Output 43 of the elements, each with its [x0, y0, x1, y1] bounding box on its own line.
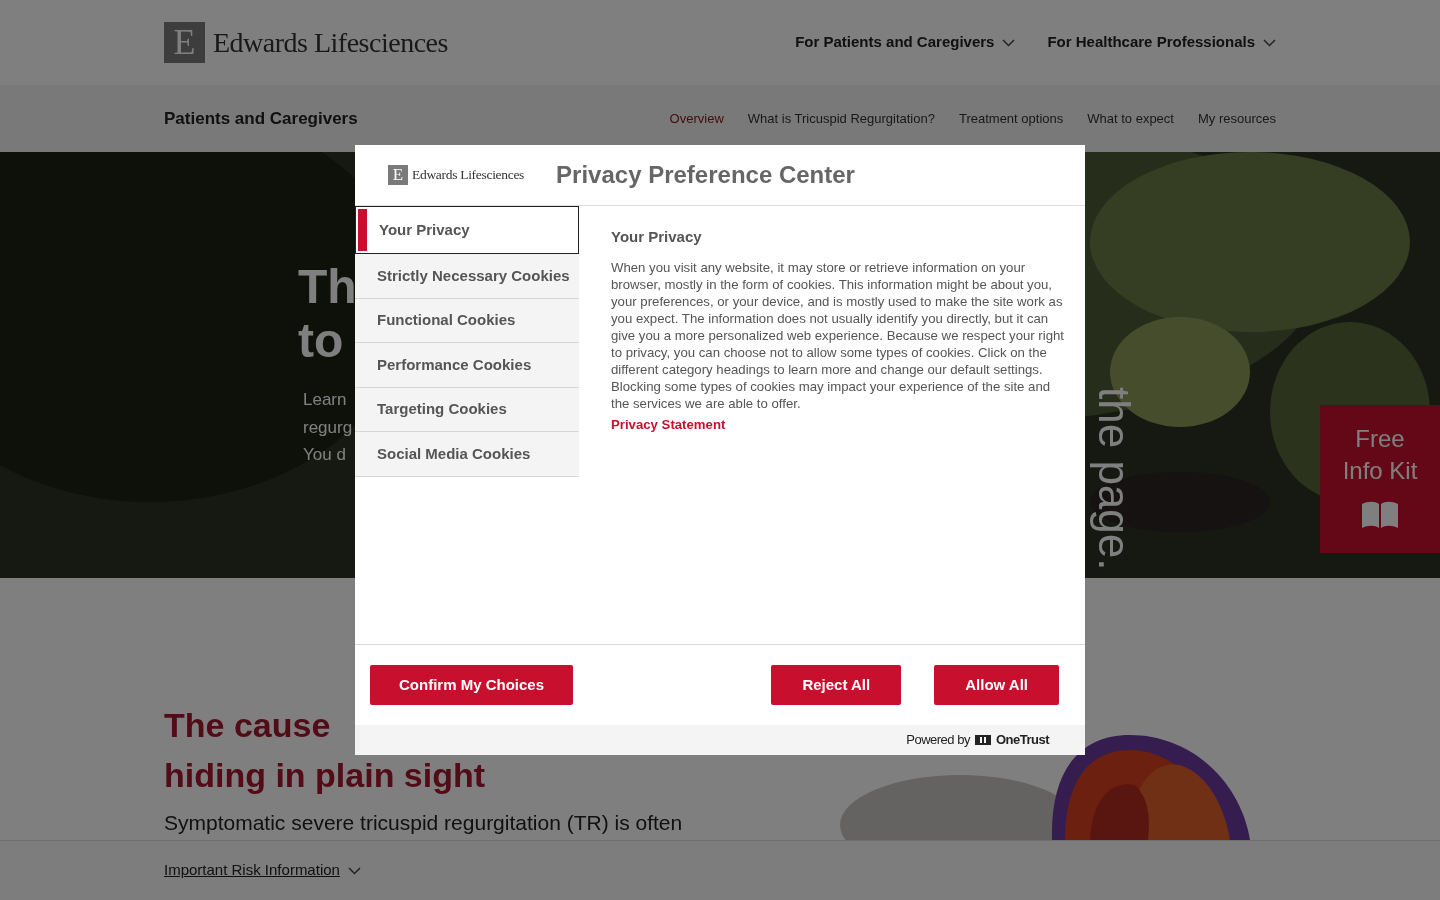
chevron-down-icon: [1002, 38, 1016, 47]
category-tab[interactable]: Targeting Cookies: [355, 387, 579, 432]
brand-icon: [973, 734, 992, 746]
logo-text: Edwards Lifesciences: [412, 165, 525, 184]
dialog-title: Privacy Preference Center: [556, 160, 855, 190]
hero-headline: to: [298, 314, 344, 368]
hero-headline: Th: [298, 260, 357, 314]
section-heading: The cause: [164, 705, 331, 746]
privacy-link[interactable]: Privacy Statement: [611, 416, 726, 432]
chevron-down-icon: [347, 866, 361, 875]
logo-text[interactable]: Edwards Lifesciences: [213, 21, 448, 64]
hero-text: regurg: [303, 416, 353, 439]
category-tab[interactable]: Your Privacy: [355, 206, 579, 254]
powered-by-text: Powered by: [906, 731, 970, 750]
logo-mark: E: [388, 165, 408, 185]
chevron-down-icon: [1263, 38, 1276, 47]
section-title: Your Privacy: [611, 227, 703, 247]
hero-text: Learn: [303, 389, 347, 411]
category-tab[interactable]: Strictly Necessary Cookies: [355, 254, 579, 299]
category-tab[interactable]: Social Media Cookies: [355, 432, 579, 477]
subnav-link[interactable]: Overview: [669, 108, 724, 129]
subnav-link[interactable]: My resources: [1197, 108, 1276, 129]
section-title: Patients and Caregivers: [164, 107, 358, 130]
nav-menu[interactable]: For Healthcare Professionals: [1047, 31, 1276, 54]
subnav-link[interactable]: What to expect: [1087, 108, 1174, 129]
risk-info-link[interactable]: Important Risk Information: [164, 859, 340, 882]
subnav-link[interactable]: Treatment options: [958, 108, 1064, 129]
hero-text: You d: [303, 444, 346, 466]
action-button[interactable]: Confirm My Choices: [370, 665, 573, 705]
vertical-caption: the page.: [1092, 387, 1136, 571]
action-button[interactable]: Reject All: [771, 665, 902, 705]
action-button[interactable]: Allow All: [934, 665, 1059, 705]
section-heading: hiding in plain sight: [164, 755, 486, 796]
subnav-link[interactable]: What is Tricuspid Regurgitation?: [747, 108, 935, 129]
category-tab[interactable]: Functional Cookies: [355, 298, 579, 343]
book-icon: [1361, 501, 1399, 529]
intro-paragraph: Symptomatic severe tricuspid regurgitation (TR) is often: [164, 810, 683, 836]
info-kit-button[interactable]: Free Info Kit: [1320, 405, 1440, 553]
logo-mark[interactable]: E: [164, 22, 205, 63]
nav-menu[interactable]: For Patients and Caregivers: [795, 31, 1016, 54]
category-tab[interactable]: Performance Cookies: [355, 343, 579, 388]
description-text: When you visit any website, it may store or retrieve information on your browser, mostly in the form of cookies. This information might be about you, your preferences, or your device, and is mostly used to make the site work as you expect. The information does not usually identify you directly, but it can give you a more personalized web experience. Because we respect your right to privacy, you can choose not to allow some types of cookies. Click on the different category headings to learn more and change our default settings. Blocking some types of cookies may impact your experience of the site and the services we are able to offer.: [611, 258, 1066, 412]
brand-name: OneTrust: [995, 731, 1049, 750]
